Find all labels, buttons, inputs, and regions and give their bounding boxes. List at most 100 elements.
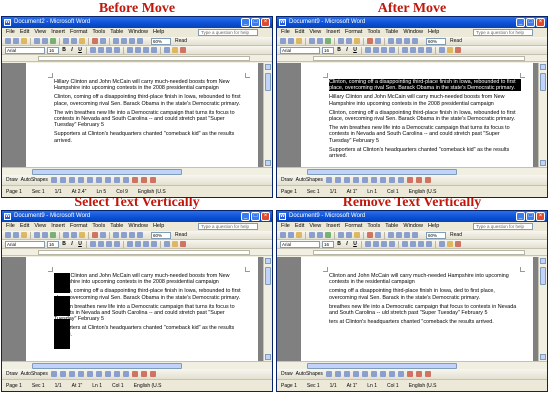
menu-edit[interactable]: Edit	[20, 28, 29, 37]
align-left-icon[interactable]	[365, 241, 371, 247]
columns-icon[interactable]	[129, 232, 135, 238]
bullets-icon[interactable]	[410, 241, 416, 247]
maximize-button[interactable]: □	[251, 212, 260, 221]
wordart-icon[interactable]	[95, 177, 102, 183]
save-icon[interactable]	[296, 38, 302, 44]
picture-icon[interactable]	[397, 371, 404, 377]
zoom-select[interactable]: 60%	[151, 37, 171, 45]
minimize-button[interactable]: _	[241, 212, 250, 221]
fill-color-icon[interactable]	[406, 177, 413, 183]
undo-icon[interactable]	[92, 38, 98, 44]
print-icon[interactable]	[309, 232, 315, 238]
menu-tools[interactable]: Tools	[367, 28, 380, 37]
table-icon[interactable]	[121, 232, 127, 238]
menu-view[interactable]: View	[34, 28, 46, 37]
line-color-icon[interactable]	[415, 371, 422, 377]
menu-window[interactable]: Window	[128, 222, 148, 231]
clipart-icon[interactable]	[388, 177, 395, 183]
align-right-icon[interactable]	[381, 241, 387, 247]
open-icon[interactable]	[13, 232, 19, 238]
scroll-thumb[interactable]	[540, 73, 546, 91]
font-color-icon[interactable]	[180, 47, 186, 53]
align-right-icon[interactable]	[106, 47, 112, 53]
align-right-icon[interactable]	[381, 47, 387, 53]
cut-icon[interactable]	[63, 232, 69, 238]
spell-icon[interactable]	[325, 232, 331, 238]
arrow-icon[interactable]	[59, 371, 66, 377]
fill-color-icon[interactable]	[131, 177, 138, 183]
justify-icon[interactable]	[114, 241, 120, 247]
clipart-icon[interactable]	[113, 371, 120, 377]
cut-icon[interactable]	[63, 38, 69, 44]
drawing-icon[interactable]	[137, 38, 143, 44]
horizontal-scrollbar[interactable]	[277, 361, 547, 369]
underline-button[interactable]: U	[77, 241, 83, 247]
table-icon[interactable]	[396, 38, 402, 44]
oval-icon[interactable]	[77, 177, 84, 183]
copy-icon[interactable]	[346, 38, 352, 44]
autoshapes-menu[interactable]: AutoShapes	[21, 369, 48, 379]
clipart-icon[interactable]	[113, 177, 120, 183]
zoom-select[interactable]: 60%	[426, 231, 446, 239]
horizontal-scrollbar[interactable]	[2, 361, 272, 369]
print-icon[interactable]	[34, 38, 40, 44]
picture-icon[interactable]	[122, 371, 129, 377]
menu-tools[interactable]: Tools	[92, 222, 105, 231]
new-icon[interactable]	[280, 38, 286, 44]
textbox-icon[interactable]	[361, 177, 368, 183]
textbox-icon[interactable]	[361, 371, 368, 377]
columns-icon[interactable]	[404, 232, 410, 238]
maximize-button[interactable]: □	[251, 18, 260, 27]
menu-format[interactable]: Format	[70, 222, 87, 231]
vertical-scrollbar[interactable]	[538, 257, 547, 361]
save-icon[interactable]	[21, 232, 27, 238]
line-icon[interactable]	[325, 177, 332, 183]
numbering-icon[interactable]	[402, 241, 408, 247]
outdent-icon[interactable]	[418, 47, 424, 53]
menu-table[interactable]: Table	[110, 222, 123, 231]
read-button[interactable]: Read	[448, 38, 464, 44]
menu-table[interactable]: Table	[110, 28, 123, 37]
save-icon[interactable]	[296, 232, 302, 238]
font-size-select[interactable]: 16	[322, 46, 334, 54]
menu-file[interactable]: File	[281, 222, 290, 231]
bullets-icon[interactable]	[135, 241, 141, 247]
bold-button[interactable]: B	[61, 47, 67, 53]
numbering-icon[interactable]	[127, 47, 133, 53]
read-button[interactable]: Read	[173, 38, 189, 44]
align-center-icon[interactable]	[373, 47, 379, 53]
close-button[interactable]: ×	[261, 18, 270, 27]
document-page[interactable]: Clinton, coming off a disappointing thir…	[301, 63, 533, 167]
font-color-icon[interactable]	[149, 177, 156, 183]
preview-icon[interactable]	[42, 232, 48, 238]
numbering-icon[interactable]	[127, 241, 133, 247]
redo-icon[interactable]	[375, 38, 381, 44]
bullets-icon[interactable]	[410, 47, 416, 53]
menu-view[interactable]: View	[309, 28, 321, 37]
autoshapes-menu[interactable]: AutoShapes	[296, 175, 323, 185]
close-button[interactable]: ×	[536, 18, 545, 27]
arrow-icon[interactable]	[334, 177, 341, 183]
line-icon[interactable]	[50, 177, 57, 183]
horizontal-scrollbar[interactable]	[2, 167, 272, 175]
picture-icon[interactable]	[122, 177, 129, 183]
diagram-icon[interactable]	[104, 371, 111, 377]
menu-format[interactable]: Format	[345, 28, 362, 37]
redo-icon[interactable]	[100, 232, 106, 238]
scroll-down-arrow[interactable]	[540, 160, 546, 166]
new-icon[interactable]	[5, 232, 11, 238]
indent-icon[interactable]	[151, 47, 157, 53]
italic-button[interactable]: I	[344, 241, 350, 247]
maximize-button[interactable]: □	[526, 212, 535, 221]
spell-icon[interactable]	[50, 38, 56, 44]
maximize-button[interactable]: □	[526, 18, 535, 27]
rectangle-icon[interactable]	[343, 177, 350, 183]
autoshapes-menu[interactable]: AutoShapes	[296, 369, 323, 379]
scroll-up-arrow[interactable]	[540, 258, 546, 264]
italic-button[interactable]: I	[69, 47, 75, 53]
menu-help[interactable]: Help	[153, 222, 164, 231]
highlight-icon[interactable]	[172, 47, 178, 53]
ask-question-input[interactable]: Type a question for help	[473, 223, 533, 230]
fill-color-icon[interactable]	[131, 371, 138, 377]
zoom-select[interactable]: 60%	[426, 37, 446, 45]
